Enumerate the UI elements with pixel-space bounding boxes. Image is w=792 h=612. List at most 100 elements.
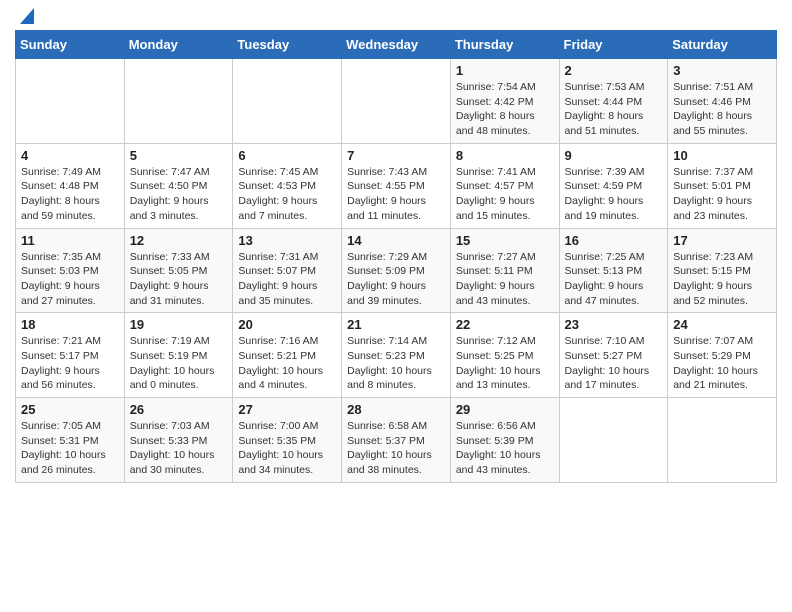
day-number: 23	[565, 317, 663, 332]
day-number: 11	[21, 233, 119, 248]
logo	[15, 14, 34, 22]
day-info: Sunrise: 7:54 AM Sunset: 4:42 PM Dayligh…	[456, 80, 554, 139]
weekday-header-monday: Monday	[124, 31, 233, 59]
weekday-header-row: SundayMondayTuesdayWednesdayThursdayFrid…	[16, 31, 777, 59]
day-number: 7	[347, 148, 445, 163]
logo-triangle-icon	[16, 8, 34, 26]
day-cell: 14 Sunrise: 7:29 AM Sunset: 5:09 PM Dayli…	[342, 228, 451, 313]
day-cell: 2 Sunrise: 7:53 AM Sunset: 4:44 PM Daylig…	[559, 59, 668, 144]
day-info: Sunrise: 7:53 AM Sunset: 4:44 PM Dayligh…	[565, 80, 663, 139]
day-number: 5	[130, 148, 228, 163]
weekday-header-saturday: Saturday	[668, 31, 777, 59]
day-number: 17	[673, 233, 771, 248]
day-number: 28	[347, 402, 445, 417]
day-cell: 15 Sunrise: 7:27 AM Sunset: 5:11 PM Dayli…	[450, 228, 559, 313]
day-number: 6	[238, 148, 336, 163]
day-info: Sunrise: 6:56 AM Sunset: 5:39 PM Dayligh…	[456, 419, 554, 478]
day-number: 24	[673, 317, 771, 332]
day-number: 22	[456, 317, 554, 332]
day-number: 2	[565, 63, 663, 78]
day-cell: 13 Sunrise: 7:31 AM Sunset: 5:07 PM Dayli…	[233, 228, 342, 313]
day-info: Sunrise: 7:35 AM Sunset: 5:03 PM Dayligh…	[21, 250, 119, 309]
day-info: Sunrise: 7:45 AM Sunset: 4:53 PM Dayligh…	[238, 165, 336, 224]
day-cell: 6 Sunrise: 7:45 AM Sunset: 4:53 PM Daylig…	[233, 143, 342, 228]
day-info: Sunrise: 7:00 AM Sunset: 5:35 PM Dayligh…	[238, 419, 336, 478]
day-number: 3	[673, 63, 771, 78]
day-cell	[668, 398, 777, 483]
weekday-header-sunday: Sunday	[16, 31, 125, 59]
day-info: Sunrise: 7:49 AM Sunset: 4:48 PM Dayligh…	[21, 165, 119, 224]
day-number: 18	[21, 317, 119, 332]
day-cell: 19 Sunrise: 7:19 AM Sunset: 5:19 PM Dayli…	[124, 313, 233, 398]
day-cell: 16 Sunrise: 7:25 AM Sunset: 5:13 PM Dayli…	[559, 228, 668, 313]
day-cell: 27 Sunrise: 7:00 AM Sunset: 5:35 PM Dayli…	[233, 398, 342, 483]
day-number: 27	[238, 402, 336, 417]
day-number: 10	[673, 148, 771, 163]
day-cell: 3 Sunrise: 7:51 AM Sunset: 4:46 PM Daylig…	[668, 59, 777, 144]
day-cell: 10 Sunrise: 7:37 AM Sunset: 5:01 PM Dayli…	[668, 143, 777, 228]
day-cell: 5 Sunrise: 7:47 AM Sunset: 4:50 PM Daylig…	[124, 143, 233, 228]
day-cell: 23 Sunrise: 7:10 AM Sunset: 5:27 PM Dayli…	[559, 313, 668, 398]
day-number: 26	[130, 402, 228, 417]
day-cell: 21 Sunrise: 7:14 AM Sunset: 5:23 PM Dayli…	[342, 313, 451, 398]
week-row-3: 11 Sunrise: 7:35 AM Sunset: 5:03 PM Dayli…	[16, 228, 777, 313]
day-number: 9	[565, 148, 663, 163]
day-cell	[342, 59, 451, 144]
day-number: 14	[347, 233, 445, 248]
day-number: 8	[456, 148, 554, 163]
day-cell: 24 Sunrise: 7:07 AM Sunset: 5:29 PM Dayli…	[668, 313, 777, 398]
day-number: 13	[238, 233, 336, 248]
weekday-header-friday: Friday	[559, 31, 668, 59]
day-cell: 1Sunrise: 7:54 AM Sunset: 4:42 PM Daylig…	[450, 59, 559, 144]
day-info: Sunrise: 7:05 AM Sunset: 5:31 PM Dayligh…	[21, 419, 119, 478]
calendar-table: SundayMondayTuesdayWednesdayThursdayFrid…	[15, 30, 777, 483]
day-number: 15	[456, 233, 554, 248]
day-info: Sunrise: 7:29 AM Sunset: 5:09 PM Dayligh…	[347, 250, 445, 309]
weekday-header-wednesday: Wednesday	[342, 31, 451, 59]
day-cell: 11 Sunrise: 7:35 AM Sunset: 5:03 PM Dayli…	[16, 228, 125, 313]
day-cell: 7 Sunrise: 7:43 AM Sunset: 4:55 PM Daylig…	[342, 143, 451, 228]
day-cell: 20Sunrise: 7:16 AM Sunset: 5:21 PM Dayli…	[233, 313, 342, 398]
day-number: 25	[21, 402, 119, 417]
day-info: Sunrise: 7:31 AM Sunset: 5:07 PM Dayligh…	[238, 250, 336, 309]
week-row-2: 4 Sunrise: 7:49 AM Sunset: 4:48 PM Daylig…	[16, 143, 777, 228]
day-cell: 29 Sunrise: 6:56 AM Sunset: 5:39 PM Dayli…	[450, 398, 559, 483]
week-row-1: 1Sunrise: 7:54 AM Sunset: 4:42 PM Daylig…	[16, 59, 777, 144]
day-cell: 18 Sunrise: 7:21 AM Sunset: 5:17 PM Dayli…	[16, 313, 125, 398]
page-header	[15, 10, 777, 22]
day-info: Sunrise: 7:21 AM Sunset: 5:17 PM Dayligh…	[21, 334, 119, 393]
day-info: Sunrise: 7:41 AM Sunset: 4:57 PM Dayligh…	[456, 165, 554, 224]
day-number: 21	[347, 317, 445, 332]
weekday-header-thursday: Thursday	[450, 31, 559, 59]
day-cell: 12Sunrise: 7:33 AM Sunset: 5:05 PM Dayli…	[124, 228, 233, 313]
day-info: Sunrise: 7:07 AM Sunset: 5:29 PM Dayligh…	[673, 334, 771, 393]
day-cell	[233, 59, 342, 144]
day-info: Sunrise: 7:47 AM Sunset: 4:50 PM Dayligh…	[130, 165, 228, 224]
day-info: Sunrise: 7:39 AM Sunset: 4:59 PM Dayligh…	[565, 165, 663, 224]
day-info: Sunrise: 7:12 AM Sunset: 5:25 PM Dayligh…	[456, 334, 554, 393]
day-cell	[16, 59, 125, 144]
day-cell: 9 Sunrise: 7:39 AM Sunset: 4:59 PM Daylig…	[559, 143, 668, 228]
day-cell	[559, 398, 668, 483]
day-number: 4	[21, 148, 119, 163]
day-cell: 4 Sunrise: 7:49 AM Sunset: 4:48 PM Daylig…	[16, 143, 125, 228]
day-info: Sunrise: 7:51 AM Sunset: 4:46 PM Dayligh…	[673, 80, 771, 139]
day-cell: 17Sunrise: 7:23 AM Sunset: 5:15 PM Dayli…	[668, 228, 777, 313]
day-info: Sunrise: 7:14 AM Sunset: 5:23 PM Dayligh…	[347, 334, 445, 393]
day-cell	[124, 59, 233, 144]
day-info: Sunrise: 7:27 AM Sunset: 5:11 PM Dayligh…	[456, 250, 554, 309]
day-info: Sunrise: 7:19 AM Sunset: 5:19 PM Dayligh…	[130, 334, 228, 393]
day-number: 29	[456, 402, 554, 417]
day-cell: 22 Sunrise: 7:12 AM Sunset: 5:25 PM Dayli…	[450, 313, 559, 398]
day-info: Sunrise: 7:10 AM Sunset: 5:27 PM Dayligh…	[565, 334, 663, 393]
day-number: 16	[565, 233, 663, 248]
day-number: 19	[130, 317, 228, 332]
day-info: Sunrise: 7:25 AM Sunset: 5:13 PM Dayligh…	[565, 250, 663, 309]
weekday-header-tuesday: Tuesday	[233, 31, 342, 59]
day-cell: 8 Sunrise: 7:41 AM Sunset: 4:57 PM Daylig…	[450, 143, 559, 228]
day-cell: 25 Sunrise: 7:05 AM Sunset: 5:31 PM Dayli…	[16, 398, 125, 483]
day-info: Sunrise: 7:43 AM Sunset: 4:55 PM Dayligh…	[347, 165, 445, 224]
day-number: 20	[238, 317, 336, 332]
day-info: Sunrise: 7:37 AM Sunset: 5:01 PM Dayligh…	[673, 165, 771, 224]
day-info: Sunrise: 7:03 AM Sunset: 5:33 PM Dayligh…	[130, 419, 228, 478]
